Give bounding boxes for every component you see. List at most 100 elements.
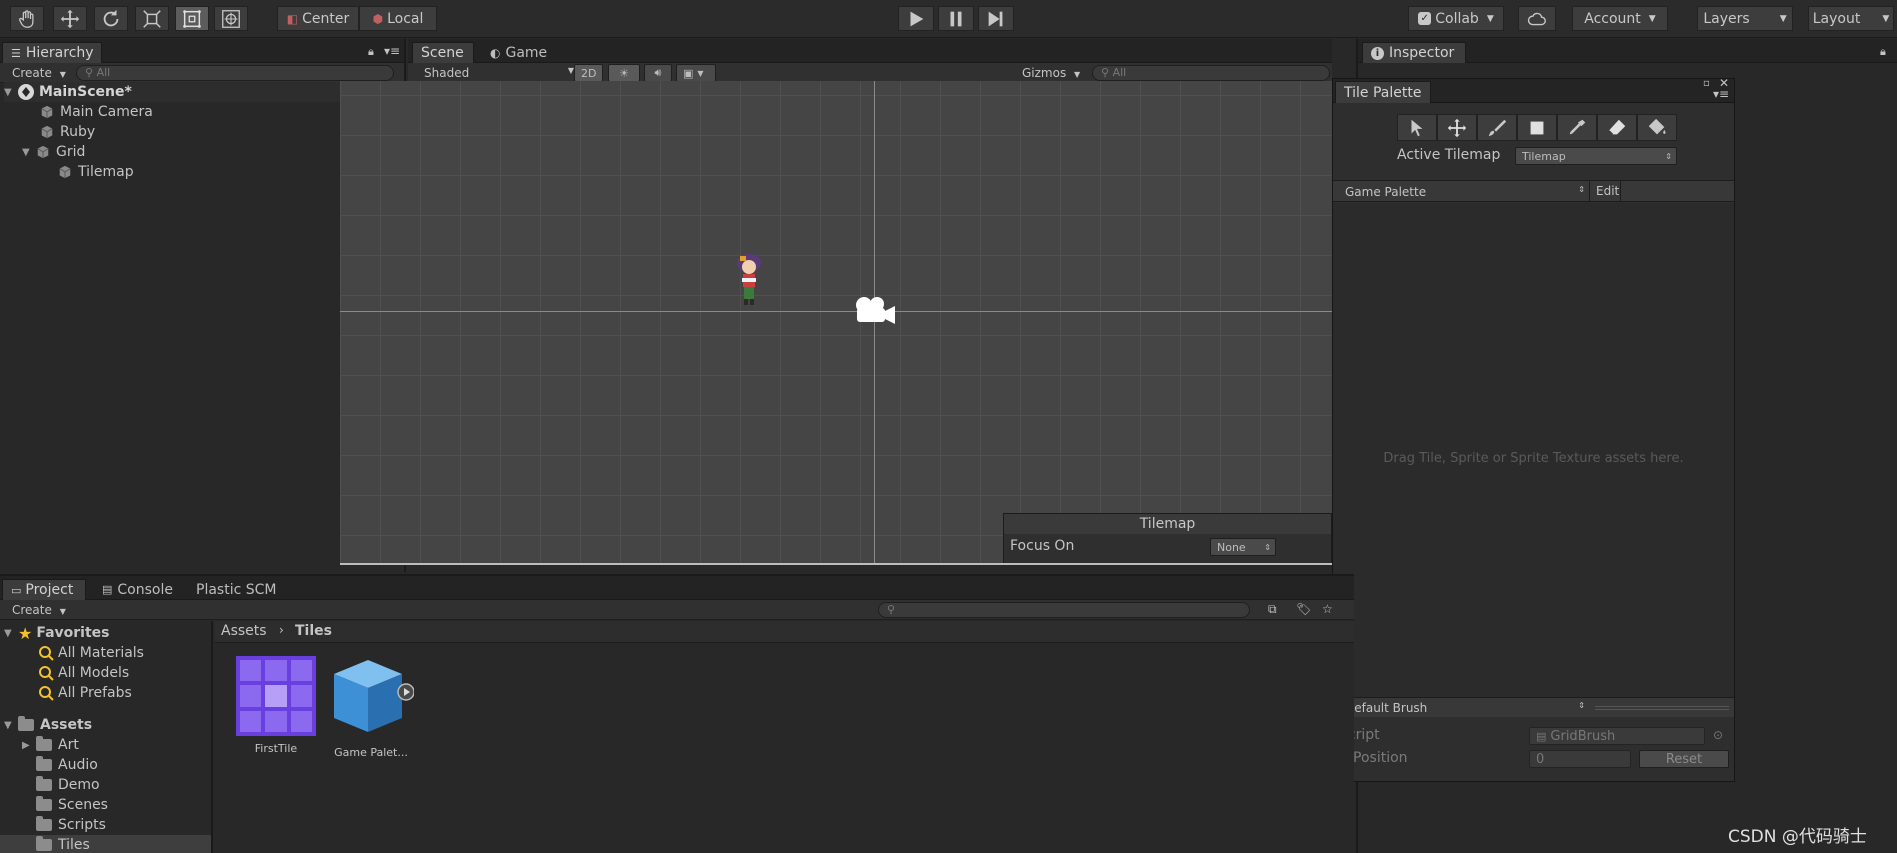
palette-edit-button[interactable]: Edit xyxy=(1589,181,1621,201)
expand-arrow-icon[interactable]: ▼ xyxy=(4,87,18,98)
reset-button[interactable]: Reset xyxy=(1639,750,1729,768)
move-tool-button[interactable] xyxy=(53,6,87,31)
favorite-all-prefabs[interactable]: All Prefabs xyxy=(38,683,132,703)
pause-button[interactable] xyxy=(938,6,974,31)
favorites-row[interactable]: ▼ ★ Favorites xyxy=(4,623,110,643)
folder-audio[interactable]: Audio xyxy=(36,755,98,775)
folder-art[interactable]: ▶ Art xyxy=(22,735,79,755)
flood-fill-tool-button[interactable] xyxy=(1637,114,1677,141)
filter-type-icon[interactable]: ⧉ xyxy=(1268,602,1277,617)
tab-project[interactable]: ▭ Project xyxy=(2,579,86,600)
hierarchy-create-button[interactable]: Create ▼ xyxy=(12,66,66,80)
assets-row[interactable]: ▼ Assets xyxy=(4,715,92,735)
shading-mode-dropdown[interactable]: Shaded ▼ xyxy=(424,66,574,80)
maximize-icon[interactable]: ▫ xyxy=(1703,78,1710,89)
asset-label: Game Palet... xyxy=(334,746,408,759)
hierarchy-search-input[interactable]: ⚲ All xyxy=(76,65,394,81)
game-icon: ◐ xyxy=(490,45,501,60)
panel-menu-icon[interactable]: ▾≡ xyxy=(1713,87,1729,101)
folder-demo[interactable]: Demo xyxy=(36,775,100,795)
brush-dropdown[interactable]: Default Brush ⇕ xyxy=(1345,701,1585,715)
lock-icon[interactable]: 🔒︎ xyxy=(368,45,374,59)
hand-tool-button[interactable] xyxy=(10,6,44,31)
hierarchy-item-grid[interactable]: ▼ Grid xyxy=(22,142,85,162)
asset-firsttile[interactable]: FirstTile xyxy=(234,656,318,755)
folder-scripts[interactable]: Scripts xyxy=(36,815,106,835)
camera-gizmo-icon[interactable] xyxy=(853,295,897,327)
palette-move-tool-button[interactable] xyxy=(1437,114,1477,141)
palette-drop-area[interactable]: Drag Tile, Sprite or Sprite Texture asse… xyxy=(1333,203,1734,697)
folder-icon xyxy=(36,816,52,831)
hierarchy-item-label: Ruby xyxy=(60,124,96,140)
asset-game-palette[interactable]: Game Palet... xyxy=(326,656,416,759)
pivot-center-button[interactable]: ◧ Center xyxy=(277,6,359,31)
layout-dropdown[interactable]: Layout ▼ xyxy=(1808,6,1894,31)
lock-icon[interactable]: 🔒︎ xyxy=(1880,45,1886,59)
object-picker-icon[interactable]: ⊙ xyxy=(1713,728,1723,742)
expand-arrow-icon[interactable]: ▶ xyxy=(22,740,36,751)
active-tilemap-dropdown[interactable]: Tilemap ⇕ xyxy=(1515,147,1677,165)
rotate-icon xyxy=(103,9,119,26)
lighting-toggle[interactable]: ☀︎ xyxy=(608,64,640,82)
tab-plastic-scm[interactable]: Plastic SCM xyxy=(188,579,292,600)
picker-tool-button[interactable] xyxy=(1557,114,1597,141)
focus-value: None xyxy=(1217,540,1246,554)
expand-arrow-icon[interactable]: ▼ xyxy=(4,720,18,731)
focus-on-dropdown[interactable]: None ⇕ xyxy=(1210,538,1276,556)
paint-brush-tool-button[interactable] xyxy=(1477,114,1517,141)
project-search-input[interactable]: ⚲ xyxy=(878,602,1250,618)
tab-hierarchy[interactable]: ☰ Hierarchy xyxy=(2,42,102,63)
project-create-button[interactable]: Create ▼ xyxy=(12,603,66,617)
star-filter-icon[interactable]: ☆ xyxy=(1322,602,1333,616)
scene-viewport[interactable]: Tilemap Focus On None ⇕ xyxy=(340,81,1332,565)
rotate-tool-button[interactable] xyxy=(94,6,128,31)
tab-scene[interactable]: Scene xyxy=(412,42,474,63)
tab-console[interactable]: ▤ Console xyxy=(94,579,188,600)
ruby-sprite[interactable] xyxy=(732,251,766,307)
gizmos-dropdown[interactable]: Gizmos ▼ xyxy=(1022,66,1080,80)
tab-tile-palette[interactable]: Tile Palette xyxy=(1335,81,1431,103)
tab-inspector[interactable]: i Inspector xyxy=(1362,42,1466,63)
select-tool-button[interactable] xyxy=(1397,114,1437,141)
scene-search-input[interactable]: ⚲ All xyxy=(1092,65,1330,81)
collab-dropdown[interactable]: ✓ Collab ▼ xyxy=(1408,6,1504,31)
eraser-tool-button[interactable] xyxy=(1597,114,1637,141)
tag-icon[interactable]: 🏷︎ xyxy=(1296,602,1311,616)
account-dropdown[interactable]: Account ▼ xyxy=(1572,6,1668,31)
transform-tool-button[interactable] xyxy=(214,6,248,31)
2d-mode-toggle[interactable]: 2D xyxy=(574,64,604,82)
favorite-all-models[interactable]: All Models xyxy=(38,663,129,683)
scale-tool-button[interactable] xyxy=(135,6,169,31)
play-button[interactable] xyxy=(898,6,934,31)
rect-tool-button[interactable] xyxy=(175,6,209,31)
hierarchy-item-main-camera[interactable]: Main Camera xyxy=(40,102,153,122)
panel-menu-icon[interactable]: ▾≡ xyxy=(384,44,400,58)
favorite-all-materials[interactable]: All Materials xyxy=(38,643,144,663)
active-tilemap-value: Tilemap xyxy=(1522,149,1566,163)
cloud-button[interactable] xyxy=(1518,6,1556,31)
folder-scenes[interactable]: Scenes xyxy=(36,795,108,815)
expand-arrow-icon[interactable]: ▼ xyxy=(22,147,36,158)
box-fill-tool-button[interactable] xyxy=(1517,114,1557,141)
expand-arrow-icon[interactable]: ▼ xyxy=(4,628,18,639)
hierarchy-item-ruby[interactable]: Ruby xyxy=(40,122,95,142)
breadcrumb-root[interactable]: Assets xyxy=(221,623,267,639)
layers-dropdown[interactable]: Layers ▼ xyxy=(1697,6,1793,31)
folder-tiles[interactable]: Tiles xyxy=(0,835,211,853)
effects-dropdown[interactable]: ▣ ▼ xyxy=(676,64,716,82)
palette-drop-hint: Drag Tile, Sprite or Sprite Texture asse… xyxy=(1383,451,1684,466)
palette-dropdown[interactable]: Game Palette ⇕ xyxy=(1345,185,1585,199)
step-button[interactable] xyxy=(978,6,1014,31)
audio-toggle[interactable]: 🔊︎ xyxy=(644,64,672,82)
z-position-input[interactable]: 0 xyxy=(1529,750,1631,768)
tab-game[interactable]: ◐ Game xyxy=(482,42,562,63)
play-icon xyxy=(910,11,924,26)
create-label: Create xyxy=(12,603,52,617)
search-placeholder: All xyxy=(1112,66,1127,79)
cloud-icon xyxy=(1527,12,1546,25)
brush-splitter[interactable] xyxy=(1595,706,1729,710)
hierarchy-tabbar: ☰ Hierarchy 🔒︎ ▾≡ xyxy=(0,39,404,63)
pivot-local-button[interactable]: ⬢ Local xyxy=(359,6,437,31)
breadcrumb-current[interactable]: Tiles xyxy=(295,623,332,639)
hierarchy-item-tilemap[interactable]: Tilemap xyxy=(58,162,134,182)
